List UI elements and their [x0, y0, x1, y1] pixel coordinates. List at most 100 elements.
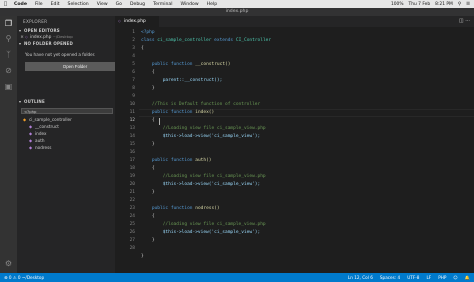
- menu-terminal[interactable]: Terminal: [149, 2, 176, 7]
- battery-percent[interactable]: 100%: [391, 2, 404, 7]
- code-line: }: [151, 86, 155, 91]
- line-number: 6: [132, 70, 135, 75]
- code-line: {: [151, 70, 155, 75]
- menu-debug[interactable]: Debug: [126, 2, 149, 7]
- code-editor[interactable]: 1 2 3 4 5 6 7 8 9 10 11 12 13 14 15 16 17 18 19 20 21 22 23 24 2…: [115, 27, 474, 273]
- line-number: 24: [129, 214, 135, 219]
- problems-indicator[interactable]: ⊗ 0 ⚠ 0 ~/Desktop: [4, 273, 44, 282]
- line-number: 16: [129, 150, 135, 155]
- menu-view[interactable]: View: [93, 2, 112, 7]
- line-number: 15: [129, 142, 135, 147]
- menu-go[interactable]: Go: [112, 2, 126, 7]
- menu-file[interactable]: File: [31, 2, 47, 7]
- outline-class[interactable]: ◆ ci_sample_controller: [23, 116, 72, 123]
- code-line: public function nodress(): [151, 206, 220, 211]
- line-number: 12: [129, 118, 135, 123]
- open-editor-item[interactable]: ×◇ index.php ~/Desktop: [19, 33, 115, 40]
- php-file-icon: ◇: [118, 19, 121, 23]
- indentation[interactable]: Spaces: 4: [380, 273, 400, 282]
- search-icon[interactable]: ⚲: [4, 34, 13, 43]
- menubar-status: 100% Thu 7 Feb 8:21 PM ⚲ ☰: [391, 0, 470, 8]
- code-line: //Loading view file ci_sample_view.php: [162, 174, 266, 179]
- line-number: 18: [129, 166, 135, 171]
- code-line: {: [151, 166, 155, 171]
- code-line: $this->load->view('ci_sample_view');: [162, 230, 261, 235]
- gear-icon[interactable]: ⚙: [4, 259, 13, 268]
- window-title: index.php: [0, 8, 474, 16]
- line-number: 10: [129, 102, 135, 107]
- status-bar: ⊗ 0 ⚠ 0 ~/Desktop Ln 12, Col 6 Spaces: 4…: [0, 273, 474, 282]
- line-number: 11: [129, 110, 135, 115]
- status-bar-right: Ln 12, Col 6 Spaces: 4 UTF-8 LF PHP ☺ 🔔: [348, 273, 470, 282]
- line-number: 25: [129, 222, 135, 227]
- code-line: }: [151, 190, 155, 195]
- search-icon[interactable]: ⚲: [458, 2, 461, 7]
- line-number: 2: [132, 38, 135, 43]
- outline-method[interactable]: ◆ auth: [29, 137, 45, 144]
- menubar-time[interactable]: 8:21 PM: [435, 2, 453, 7]
- code-line: $this->load->view('ci_sample_view');: [162, 182, 261, 187]
- menu-help[interactable]: Help: [203, 2, 221, 7]
- line-number: 27: [129, 238, 135, 243]
- line-ending[interactable]: LF: [426, 273, 431, 282]
- menu-window[interactable]: Window: [177, 2, 203, 7]
- source-control-icon[interactable]: ᛉ: [4, 50, 13, 59]
- line-number: 19: [129, 174, 135, 179]
- line-number: 17: [129, 158, 135, 163]
- line-number: 4: [132, 54, 135, 59]
- explorer-sidebar: EXPLORER ▾ OPEN EDITORS ×◇ index.php ~/Des…: [17, 16, 125, 273]
- menu-code[interactable]: Code: [10, 2, 31, 7]
- editor-tab-bar: ◇ index.php ◫ ···: [115, 16, 474, 27]
- menubar-date[interactable]: Thu 7 Feb: [409, 2, 431, 7]
- menu-edit[interactable]: Edit: [47, 2, 64, 7]
- tab-index-php[interactable]: ◇ index.php: [115, 16, 159, 27]
- line-number: 20: [129, 182, 135, 187]
- code-line: }: [141, 254, 144, 259]
- outline-header[interactable]: ▾ OUTLINE: [19, 98, 45, 105]
- outline-method[interactable]: ◆ index: [29, 130, 46, 137]
- code-line: {: [151, 118, 155, 123]
- code-line: public function index(): [151, 110, 215, 115]
- line-number: 7: [132, 78, 135, 83]
- no-folder-header[interactable]: ▾ NO FOLDER OPENED: [19, 40, 73, 47]
- line-number: 3: [132, 46, 135, 51]
- code-line: //This is Default function of controller: [151, 102, 261, 107]
- line-number: 28: [129, 246, 135, 251]
- line-number: 14: [129, 134, 135, 139]
- line-number: 22: [129, 198, 135, 203]
- encoding[interactable]: UTF-8: [407, 273, 419, 282]
- code-line: parent::__construct();: [162, 78, 223, 83]
- menu-list-icon[interactable]: ☰: [466, 2, 470, 7]
- line-number: 23: [129, 206, 135, 211]
- line-number: 21: [129, 190, 135, 195]
- menu-selection[interactable]: Selection: [64, 2, 93, 7]
- editor-actions[interactable]: ◫ ···: [459, 16, 470, 27]
- code-line: }: [151, 238, 155, 243]
- cursor-position[interactable]: Ln 12, Col 6: [348, 273, 373, 282]
- outline-filter-input[interactable]: <?php: [21, 108, 113, 114]
- code-line: {: [141, 46, 144, 51]
- line-number: 9: [132, 94, 135, 99]
- activity-bar: ❐ ⚲ ᛉ ⊘ ▣ ⚙: [0, 16, 17, 273]
- bell-icon[interactable]: 🔔: [465, 273, 470, 282]
- debug-icon[interactable]: ⊘: [4, 66, 13, 75]
- code-line: //Loading view file ci_sample_view.php: [162, 126, 266, 131]
- text-cursor: [159, 117, 160, 125]
- code-line: $this->load->view('ci_sample_view');: [162, 134, 261, 139]
- line-number: 5: [132, 62, 135, 67]
- code-line: public function auth(): [151, 158, 212, 163]
- feedback-icon[interactable]: ☺: [453, 273, 457, 282]
- extensions-icon[interactable]: ▣: [4, 82, 13, 91]
- line-number: 26: [129, 230, 135, 235]
- sidebar-title: EXPLORER: [23, 19, 48, 24]
- no-folder-message: You have not yet opened a folder.: [25, 52, 96, 57]
- outline-method[interactable]: ◆ __construct: [29, 123, 59, 130]
- code-line: //loading view file ci_sample_view.php: [162, 222, 266, 227]
- line-number: 13: [129, 126, 135, 131]
- explorer-icon[interactable]: ❐: [4, 19, 13, 28]
- open-folder-button[interactable]: Open Folder: [25, 62, 125, 71]
- code-line: class ci_sample_controller extends CI_Co…: [141, 38, 272, 43]
- code-line: {: [151, 214, 155, 219]
- language-mode[interactable]: PHP: [438, 273, 446, 282]
- outline-method[interactable]: ◆ nodress: [29, 144, 51, 151]
